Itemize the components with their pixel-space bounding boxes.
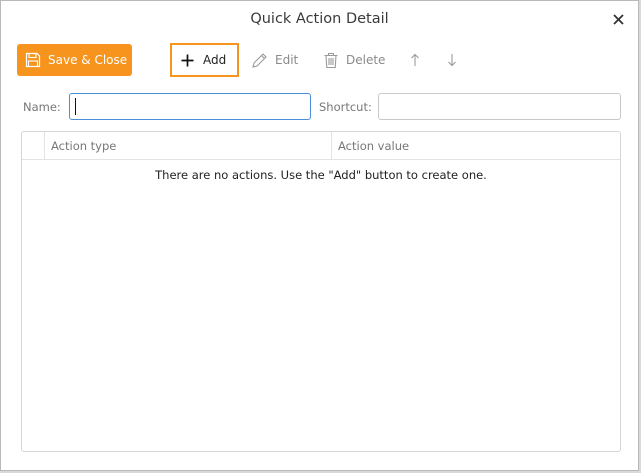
save-icon (25, 52, 41, 68)
plus-icon (181, 54, 194, 66)
name-label: Name: (23, 100, 61, 114)
actions-grid[interactable]: Action type Action value There are no ac… (21, 131, 621, 452)
quick-action-detail-dialog: Quick Action Detail Save & Close Add Edi… (0, 0, 639, 471)
toolbar: Save & Close Add Edit Delete (1, 43, 638, 77)
save-close-button[interactable]: Save & Close (17, 44, 132, 76)
column-separator[interactable] (331, 132, 332, 160)
save-close-label: Save & Close (48, 53, 128, 67)
close-button[interactable] (608, 9, 628, 29)
arrow-down-icon (448, 54, 456, 67)
add-label: Add (203, 53, 227, 67)
grid-header: Action type Action value (22, 132, 620, 160)
title-bar: Quick Action Detail (1, 1, 638, 39)
shortcut-input[interactable] (378, 93, 621, 120)
pencil-icon (252, 52, 267, 68)
delete-label: Delete (346, 53, 386, 67)
field-row: Name: Shortcut: (1, 93, 638, 121)
shortcut-label: Shortcut: (319, 100, 372, 114)
delete-button[interactable]: Delete (323, 43, 385, 77)
name-input[interactable] (69, 93, 311, 120)
arrow-up-icon (411, 53, 419, 66)
column-separator[interactable] (44, 132, 45, 160)
empty-grid-message: There are no actions. Use the "Add" butt… (155, 168, 487, 182)
close-icon (612, 13, 624, 25)
column-header-action-type[interactable]: Action type (51, 139, 116, 153)
add-button[interactable]: Add (170, 43, 239, 77)
trash-icon (324, 52, 338, 68)
dialog-title: Quick Action Detail (250, 11, 389, 27)
move-up-button[interactable] (409, 43, 421, 77)
edit-button[interactable]: Edit (251, 43, 298, 77)
text-caret (75, 98, 76, 115)
edit-label: Edit (275, 53, 299, 67)
move-down-button[interactable] (446, 43, 458, 77)
column-header-action-value[interactable]: Action value (338, 139, 409, 153)
